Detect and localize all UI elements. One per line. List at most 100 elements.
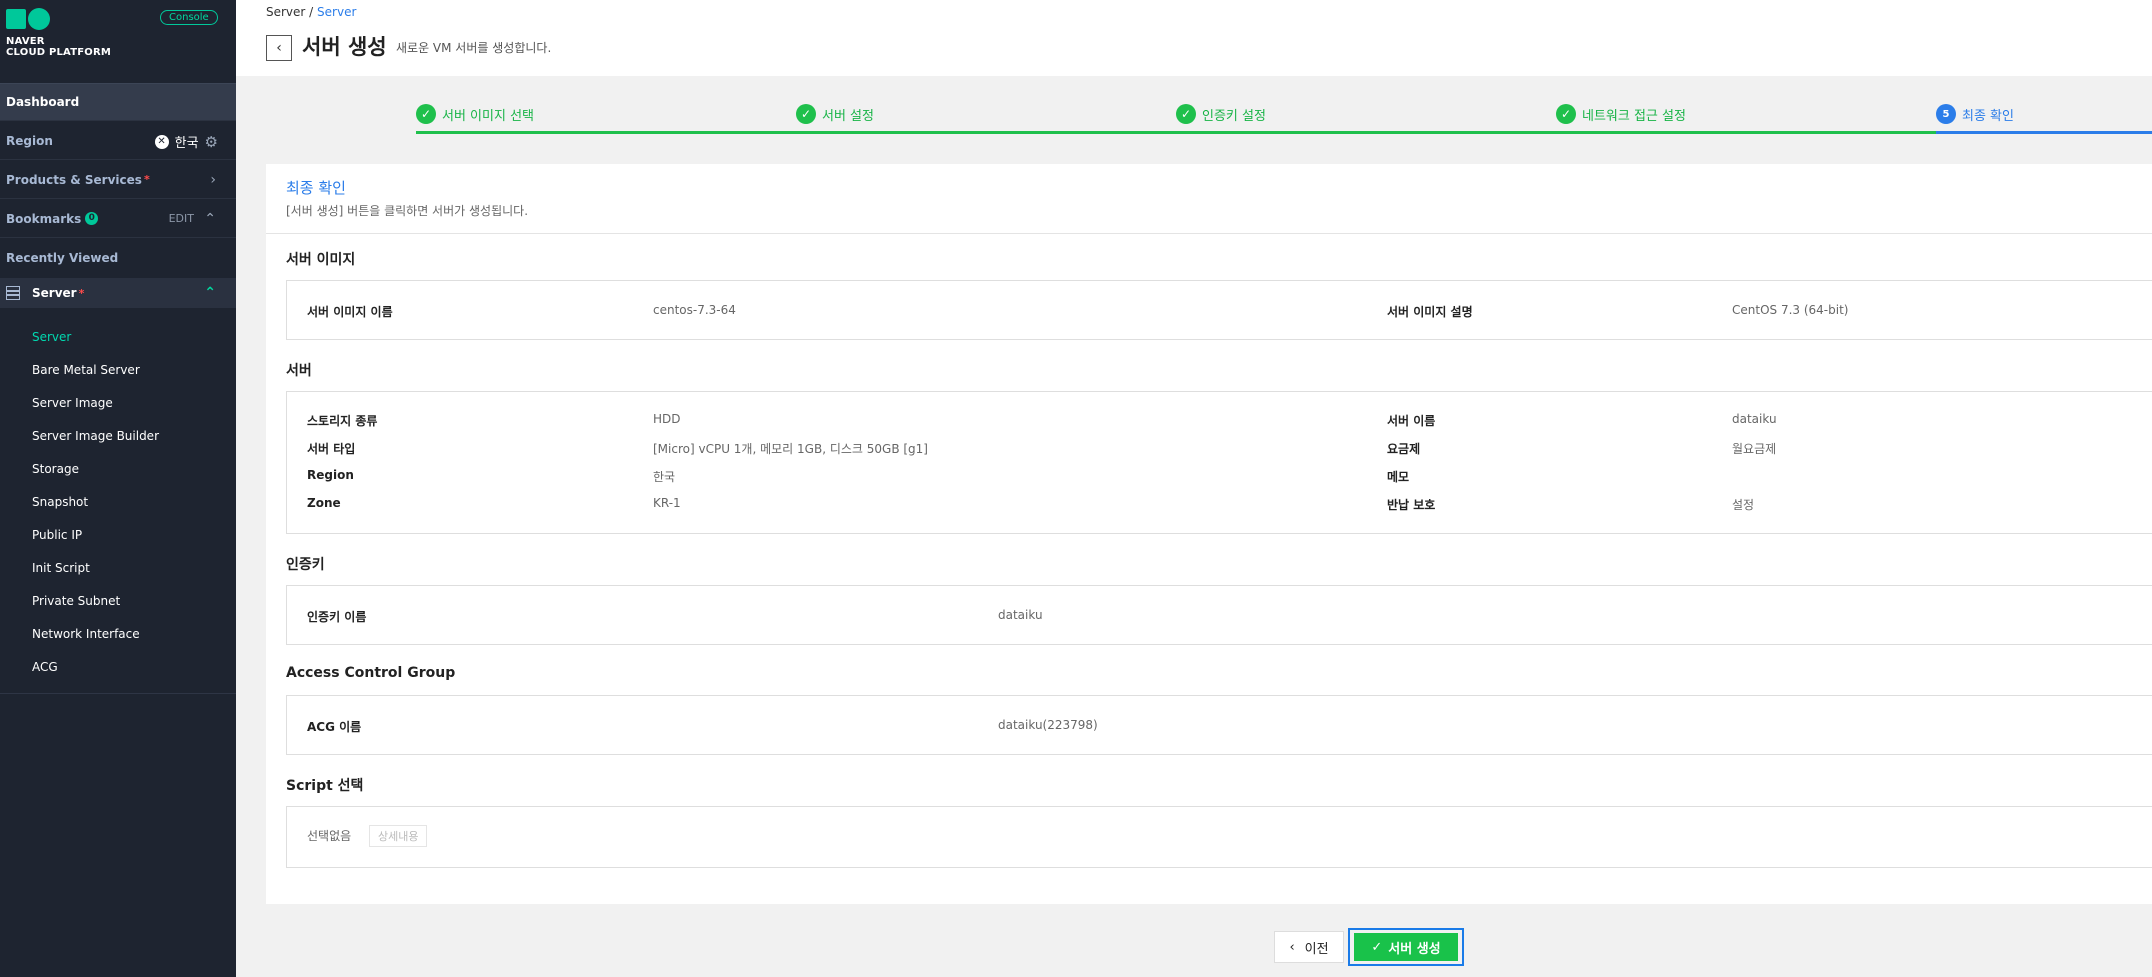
- recently-viewed-label: Recently Viewed: [6, 251, 119, 265]
- zone-label: Zone: [307, 496, 341, 510]
- check-circle-icon: ✓: [1556, 104, 1576, 124]
- section-title-server: 서버: [286, 363, 312, 379]
- prev-button[interactable]: ‹ 이전: [1274, 931, 1344, 963]
- region-label: Region: [307, 468, 354, 482]
- stepper-progress-done: [416, 131, 1936, 134]
- server-name-label: 서버 이름: [1387, 414, 1436, 428]
- auth-key-card: 인증키 이름 dataiku: [286, 585, 2152, 645]
- check-circle-icon: ✓: [1176, 104, 1196, 124]
- acg-name-value: dataiku(223798): [998, 718, 1098, 732]
- page-title: 서버 생성: [302, 35, 387, 59]
- create-button-label: 서버 생성: [1388, 941, 1441, 957]
- step-number-badge: 5: [1936, 104, 1956, 124]
- chevron-up-icon[interactable]: ⌃: [204, 211, 216, 227]
- sidebar-item-server[interactable]: Server: [0, 320, 236, 353]
- page-subtitle: 새로운 VM 서버를 생성합니다.: [396, 41, 552, 55]
- sidebar-item-server-image-builder[interactable]: Server Image Builder: [0, 419, 236, 452]
- breadcrumb: Server / Server: [266, 5, 356, 19]
- panel-subtitle: [서버 생성] 버튼을 클릭하면 서버가 생성됩니다.: [286, 204, 529, 218]
- breadcrumb-root[interactable]: Server /: [266, 5, 313, 19]
- sidebar-item-snapshot[interactable]: Snapshot: [0, 485, 236, 518]
- chevron-up-icon[interactable]: ⌃: [204, 285, 216, 301]
- server-type-label: 서버 타입: [307, 442, 356, 456]
- naver-cloud-logo[interactable]: NAVER CLOUD PLATFORM: [6, 8, 111, 58]
- sidebar-item-acg[interactable]: ACG: [0, 650, 236, 683]
- korea-flag-icon: ✕: [154, 134, 169, 149]
- section-title-auth-key: 인증키: [286, 557, 325, 573]
- chevron-left-icon: ‹: [276, 40, 282, 56]
- script-card: 선택없음 상세내용: [286, 806, 2152, 868]
- section-title-server-image: 서버 이미지: [286, 252, 356, 268]
- final-review-panel: 최종 확인 [서버 생성] 버튼을 클릭하면 서버가 생성됩니다. 서버 이미지…: [266, 164, 2152, 904]
- bookmarks-edit-button[interactable]: EDIT: [169, 212, 194, 225]
- console-badge[interactable]: Console: [160, 10, 218, 25]
- chevron-right-icon: ›: [210, 171, 216, 188]
- server-image-card: 서버 이미지 이름 centos-7.3-64 서버 이미지 설명 CentOS…: [286, 280, 2152, 340]
- new-star-icon: *: [78, 286, 85, 300]
- check-icon: ✓: [1371, 939, 1383, 955]
- sidebar-item-public-ip[interactable]: Public IP: [0, 518, 236, 551]
- image-desc-label: 서버 이미지 설명: [1387, 305, 1473, 319]
- acg-card: ACG 이름 dataiku(223798): [286, 695, 2152, 755]
- storage-type-label: 스토리지 종류: [307, 414, 378, 428]
- create-server-button[interactable]: ✓ 서버 생성: [1354, 933, 1458, 961]
- region-value: 한국: [174, 136, 199, 151]
- sidebar-item-products[interactable]: Products & Services * ›: [0, 161, 236, 199]
- sidebar-divider: [0, 693, 236, 694]
- sidebar-item-init-script[interactable]: Init Script: [0, 551, 236, 584]
- step-label: 네트워크 접근 설정: [1582, 108, 1686, 124]
- zone-value: KR-1: [653, 496, 681, 510]
- bookmarks-label: Bookmarks: [6, 211, 82, 226]
- step-network-access[interactable]: ✓ 네트워크 접근 설정: [1556, 104, 1686, 124]
- chevron-left-icon: ‹: [1289, 939, 1295, 955]
- sidebar-item-dashboard[interactable]: Dashboard: [0, 83, 236, 121]
- products-label: Products & Services: [6, 172, 142, 187]
- step-final-review[interactable]: 5 최종 확인: [1936, 104, 2014, 124]
- memo-label: 메모: [1387, 470, 1410, 484]
- prev-button-label: 이전: [1304, 941, 1329, 957]
- logo-mark-icon: [6, 8, 111, 30]
- server-subnav: Server Bare Metal Server Server Image Se…: [0, 320, 236, 683]
- check-circle-icon: ✓: [796, 104, 816, 124]
- sidebar-item-private-subnet[interactable]: Private Subnet: [0, 584, 236, 617]
- back-button[interactable]: ‹: [266, 35, 292, 61]
- panel-title: 최종 확인: [286, 179, 346, 197]
- script-detail-button[interactable]: 상세내용: [369, 825, 428, 847]
- return-protection-value: 설정: [1732, 498, 1755, 512]
- logo-line2: CLOUD PLATFORM: [6, 47, 112, 58]
- region-value: 한국: [653, 470, 676, 484]
- image-name-label: 서버 이미지 이름: [307, 305, 393, 319]
- sidebar-item-bookmarks[interactable]: Bookmarks 0 EDIT ⌃: [0, 200, 236, 238]
- stepper-progress-current: [1936, 131, 2152, 134]
- server-name-value: dataiku: [1732, 412, 1777, 426]
- sidebar-group-server[interactable]: Server * ⌃: [0, 278, 236, 308]
- region-label: Region: [6, 133, 53, 148]
- page-header: Server / Server ‹ 서버 생성 새로운 VM 서버를 생성합니다…: [236, 0, 2152, 76]
- step-label: 서버 설정: [822, 108, 874, 124]
- new-star-icon: *: [143, 173, 150, 186]
- sidebar-item-server-image[interactable]: Server Image: [0, 386, 236, 419]
- auth-key-name-value: dataiku: [998, 608, 1043, 622]
- sidebar: NAVER CLOUD PLATFORM Console Dashboard R…: [0, 0, 236, 977]
- breadcrumb-current[interactable]: Server: [317, 5, 356, 19]
- sidebar-item-storage[interactable]: Storage: [0, 452, 236, 485]
- sidebar-item-network-interface[interactable]: Network Interface: [0, 617, 236, 650]
- sidebar-item-bare-metal-server[interactable]: Bare Metal Server: [0, 353, 236, 386]
- plan-value: 월요금제: [1732, 442, 1777, 456]
- dashboard-label: Dashboard: [6, 95, 80, 109]
- recently-viewed-heading: Recently Viewed: [0, 239, 236, 277]
- auth-key-name-label: 인증키 이름: [307, 610, 367, 624]
- wizard-stepper: ✓ 서버 이미지 선택 ✓ 서버 설정 ✓ 인증키 설정 ✓ 네트워크 접근 설…: [416, 100, 2152, 134]
- sidebar-item-region[interactable]: Region ✕ 한국 ⚙: [0, 122, 236, 160]
- step-server-settings[interactable]: ✓ 서버 설정: [796, 104, 874, 124]
- server-card: 스토리지 종류 HDD 서버 타입 [Micro] vCPU 1개, 메모리 1…: [286, 391, 2152, 534]
- step-label: 인증키 설정: [1202, 108, 1266, 124]
- image-desc-value: CentOS 7.3 (64-bit): [1732, 303, 1849, 317]
- return-protection-label: 반납 보호: [1387, 498, 1436, 512]
- step-auth-key[interactable]: ✓ 인증키 설정: [1176, 104, 1266, 124]
- step-label: 최종 확인: [1962, 108, 2014, 124]
- section-title-script: Script 선택: [286, 778, 364, 794]
- section-title-acg: Access Control Group: [286, 665, 456, 681]
- gear-icon[interactable]: ⚙: [205, 133, 218, 151]
- step-server-image[interactable]: ✓ 서버 이미지 선택: [416, 104, 534, 124]
